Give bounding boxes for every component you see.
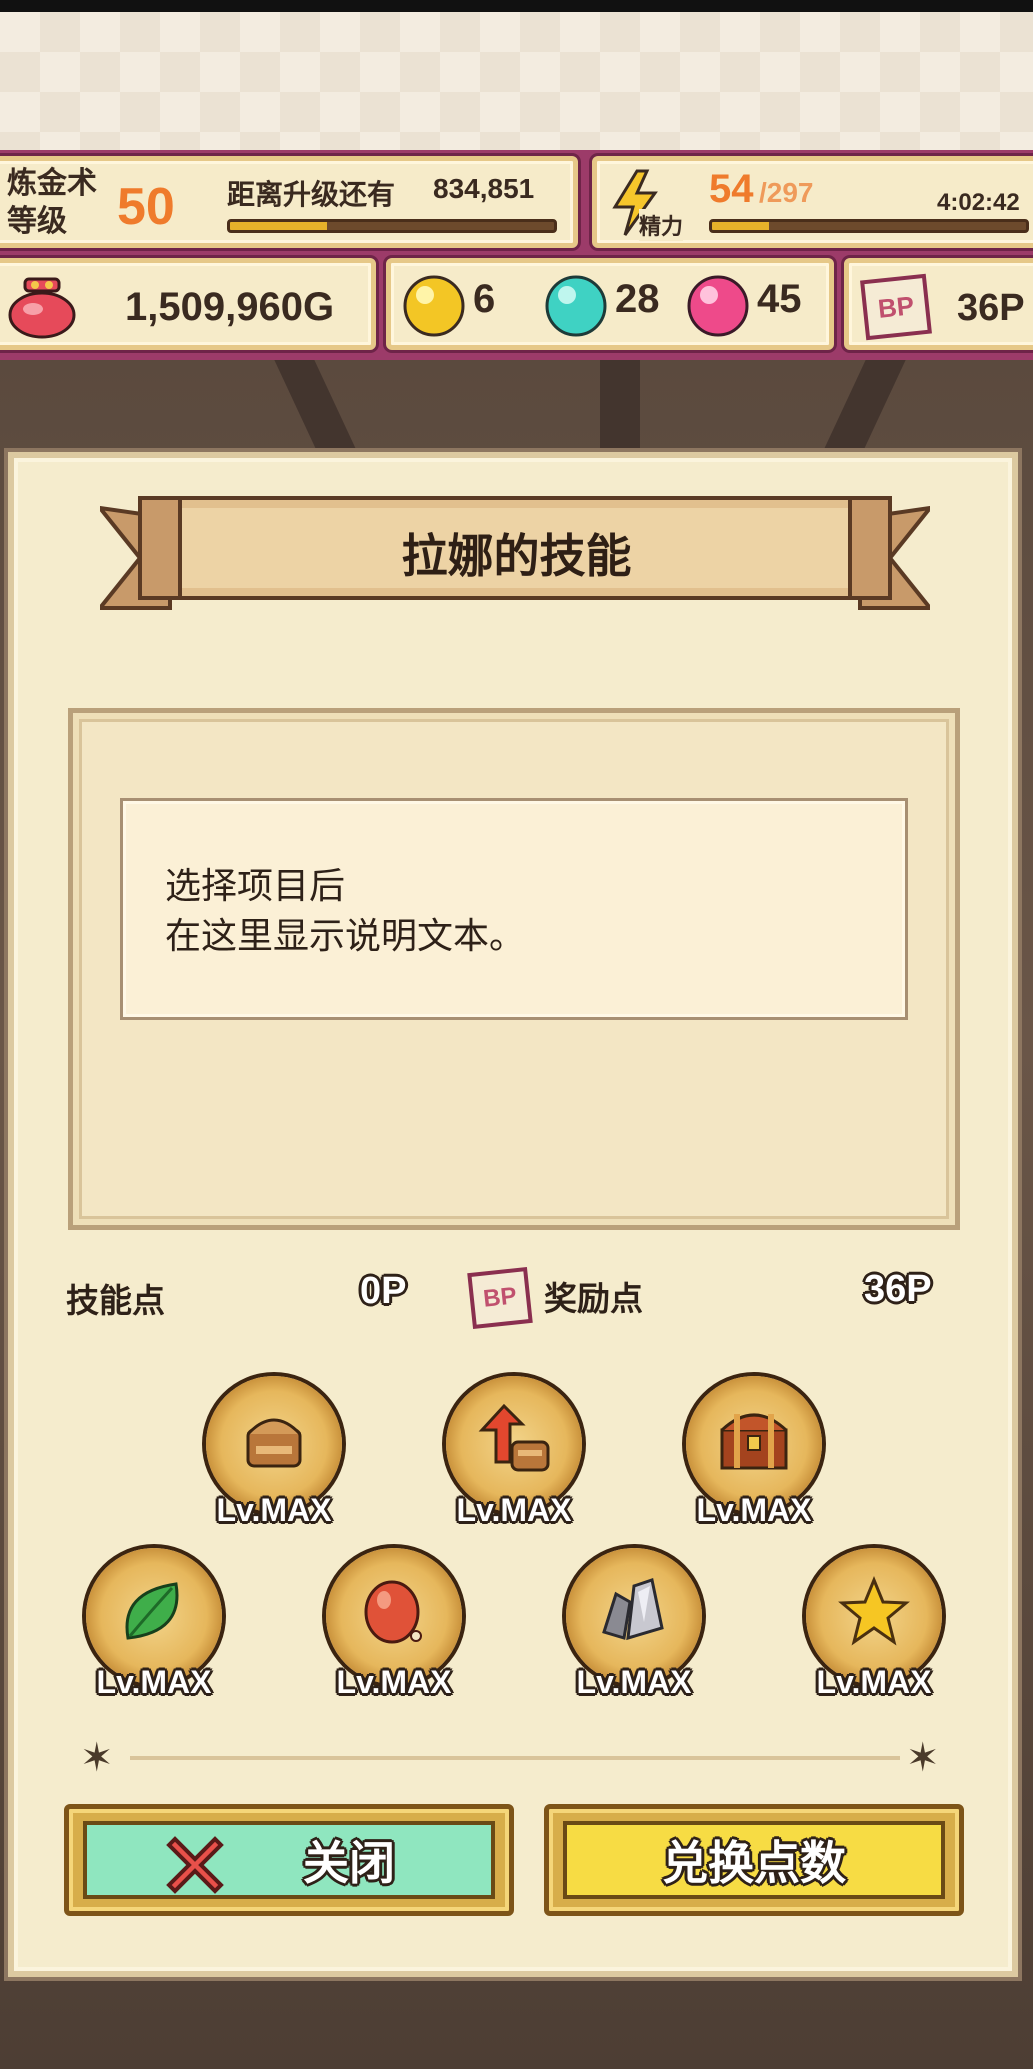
divider-star-right-icon: ✶: [906, 1735, 940, 1781]
bonus-points-badge-icon: BP: [467, 1267, 533, 1329]
skill-level: Lv.MAX: [336, 1664, 452, 1700]
bonus-points-value: 36P: [864, 1268, 932, 1310]
top-checker-background: [0, 12, 1033, 160]
skill-level: Lv.MAX: [96, 1664, 212, 1700]
stamina-label: 精力: [639, 209, 684, 241]
skill-level: Lv.MAX: [456, 1492, 572, 1528]
alchemy-level-panel: 炼金术 等级 50 距离升级还有 834,851: [0, 156, 578, 248]
bonus-badge-text: BP: [481, 1282, 518, 1313]
stamina-panel: 精力 54 /297 4:02:42: [592, 156, 1033, 248]
ornamental-divider: [130, 1756, 900, 1760]
gold-amount: 1,509,960G: [125, 285, 335, 329]
bp-points: 36P: [957, 287, 1025, 329]
bonus-points-label: 奖励点: [544, 1279, 643, 1318]
skill-item[interactable]: Lv.MAX: [326, 1548, 462, 1700]
stamina-timer: 4:02:42: [937, 189, 1020, 216]
alchemy-level-value: 50: [117, 178, 175, 236]
bp-badge-icon: BP: [860, 273, 932, 341]
red-fruit-icon: [364, 1580, 422, 1644]
stamina-max: /297: [759, 177, 814, 208]
close-x-icon: [166, 1836, 224, 1894]
skill-points-label: 技能点: [66, 1281, 165, 1320]
gold-panel: 1,509,960G: [0, 258, 376, 350]
pink-gem-icon: [687, 275, 749, 337]
exp-progress-fill: [230, 222, 328, 230]
dialog-title: 拉娜的技能: [401, 529, 632, 583]
exp-to-next-label: 距离升级还有: [227, 179, 396, 210]
description-line-2: 在这里显示说明文本。: [165, 916, 526, 957]
alchemy-level-label: 炼金术 等级: [7, 167, 97, 238]
stamina-progress-fill: [712, 222, 769, 230]
exp-to-next-value: 834,851: [433, 173, 535, 204]
skill-level: Lv.MAX: [216, 1492, 332, 1528]
close-button[interactable]: 关闭: [64, 1804, 514, 1916]
arrow-up-items-icon: [478, 1403, 550, 1472]
bp-badge-text: BP: [876, 290, 916, 324]
close-button-label: 关闭: [303, 1836, 395, 1890]
description-text: 选择项目后 在这里显示说明文本。: [165, 862, 865, 962]
skill-item[interactable]: Lv.MAX: [446, 1376, 582, 1528]
ore-crystal-icon: [602, 1578, 664, 1641]
bread-icon: [246, 1418, 302, 1468]
skill-item[interactable]: Lv.MAX: [566, 1548, 702, 1700]
skill-item[interactable]: Lv.MAX: [86, 1548, 222, 1700]
stamina-current: 54: [709, 167, 754, 211]
skill-item[interactable]: Lv.MAX: [206, 1376, 342, 1528]
exchange-button-label: 兑换点数: [662, 1836, 846, 1890]
bp-panel: BP 36P: [844, 258, 1033, 350]
skill-level: Lv.MAX: [816, 1664, 932, 1700]
description-line-1: 选择项目后: [165, 866, 346, 907]
leaf-icon: [125, 1582, 179, 1640]
yellow-gem-count: 6: [473, 277, 496, 321]
divider-star-left-icon: ✶: [80, 1735, 114, 1781]
skill-points-value: 0P: [360, 1270, 407, 1312]
treasure-chest-icon: [720, 1413, 788, 1470]
skill-item[interactable]: Lv.MAX: [806, 1548, 942, 1700]
pink-gem-count: 45: [757, 277, 802, 321]
skill-item[interactable]: Lv.MAX: [686, 1376, 822, 1528]
cyan-gem-icon: [545, 275, 607, 337]
yellow-gem-icon: [403, 275, 465, 337]
system-status-bar: [0, 0, 1033, 12]
skill-level: Lv.MAX: [576, 1664, 692, 1700]
exchange-points-button[interactable]: 兑换点数: [544, 1804, 964, 1916]
coin-purse-icon: [8, 277, 76, 339]
gems-panel: 6 28 45: [386, 258, 834, 350]
stamina-progress-bar: [709, 219, 1029, 233]
skill-level: Lv.MAX: [696, 1492, 812, 1528]
star-icon: [838, 1576, 910, 1646]
cyan-gem-count: 28: [615, 277, 660, 321]
exp-progress-bar: [227, 219, 557, 233]
